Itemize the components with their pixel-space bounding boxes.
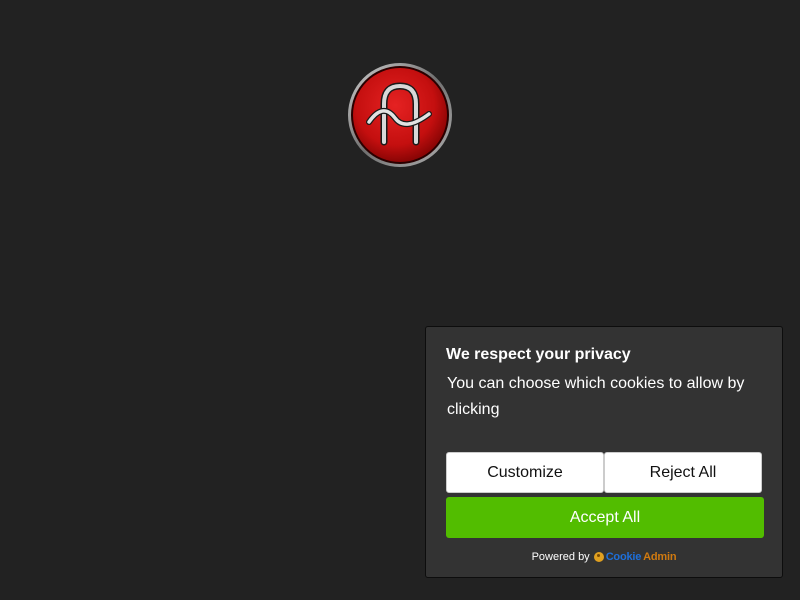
reject-all-button[interactable]: Reject All (604, 452, 762, 493)
cookie-button-row: Customize Reject All (446, 452, 762, 493)
accept-all-button[interactable]: Accept All (446, 497, 764, 538)
powered-by: Powered by Cookie Admin (446, 551, 762, 563)
logo-graphic (348, 63, 452, 167)
brand-admin-text: Admin (643, 551, 677, 563)
cookie-consent-banner: We respect your privacy You can choose w… (425, 326, 783, 578)
cookieadmin-link[interactable]: Cookie Admin (593, 551, 677, 563)
cookie-description: You can choose which cookies to allow by… (447, 375, 745, 418)
customize-button[interactable]: Customize (446, 452, 604, 493)
site-logo-icon[interactable] (347, 62, 453, 168)
brand-cookie-text: Cookie (605, 551, 642, 563)
cookie-title: We respect your privacy (446, 346, 631, 363)
cookie-icon (593, 552, 604, 562)
powered-by-label: Powered by (531, 551, 590, 563)
page: We respect your privacy You can choose w… (0, 0, 800, 600)
